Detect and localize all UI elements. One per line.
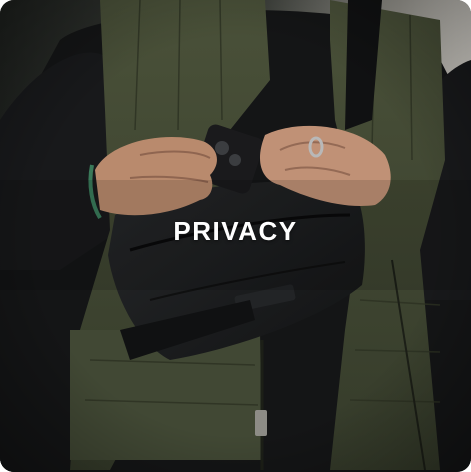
privacy-category-card[interactable]: PRIVACY (0, 0, 471, 472)
card-caption: PRIVACY (173, 216, 298, 246)
